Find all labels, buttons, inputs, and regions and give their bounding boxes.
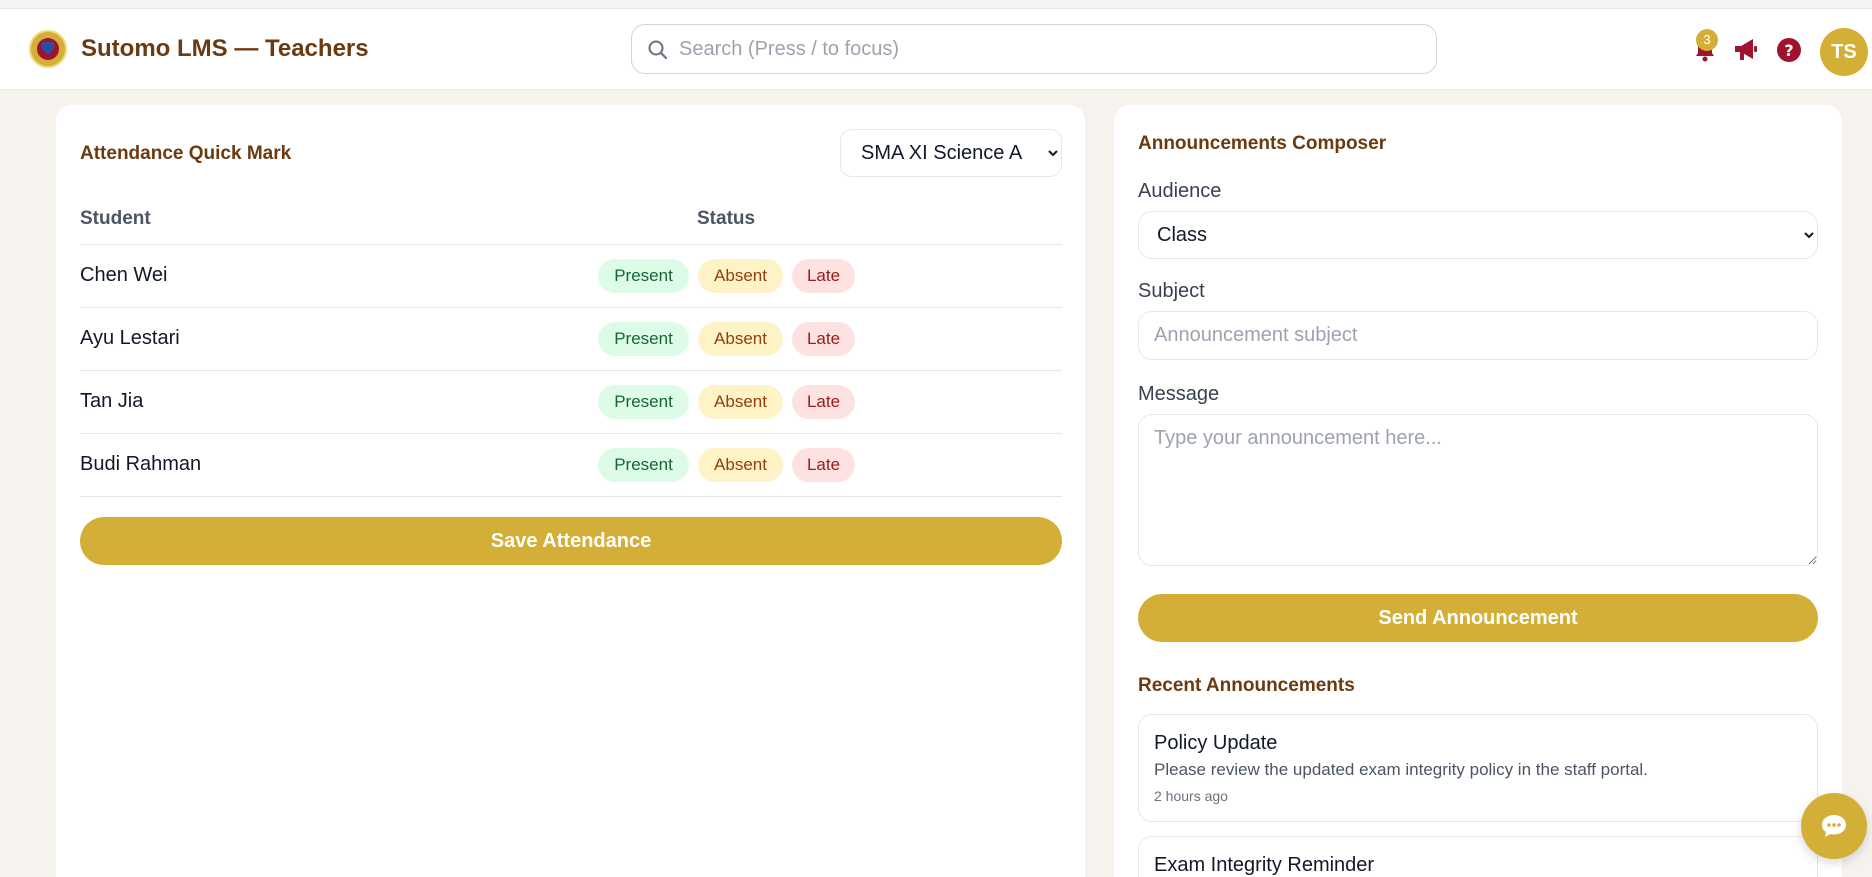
announcement-body: Please review the updated exam integrity… <box>1154 760 1648 779</box>
user-avatar[interactable]: TS <box>1820 28 1868 76</box>
app-header: Sutomo LMS — Teachers 3 ? TS <box>0 9 1872 90</box>
composer-title: Announcements Composer <box>1138 133 1387 154</box>
announcement-title: Exam Integrity Reminder <box>1154 854 1375 876</box>
absent-button[interactable]: Absent <box>698 259 783 293</box>
message-textarea[interactable] <box>1138 414 1818 566</box>
megaphone-icon[interactable] <box>1731 35 1761 65</box>
audience-label: Audience <box>1138 180 1222 202</box>
chat-button[interactable] <box>1801 793 1867 859</box>
student-name: Tan Jia <box>80 390 144 412</box>
send-announcement-button[interactable]: Send Announcement <box>1138 594 1818 642</box>
top-border <box>0 0 1872 9</box>
announcements-card: Announcements Composer Audience Class Su… <box>1114 105 1842 877</box>
attendance-card: Attendance Quick Mark SMA XI Science A S… <box>56 105 1085 877</box>
svg-text:?: ? <box>1784 41 1793 60</box>
absent-button[interactable]: Absent <box>698 322 783 356</box>
help-icon[interactable]: ? <box>1774 35 1804 65</box>
present-button[interactable]: Present <box>598 259 689 293</box>
subject-label: Subject <box>1138 280 1205 302</box>
column-header-status: Status <box>697 208 756 229</box>
present-button[interactable]: Present <box>598 385 689 419</box>
subject-input[interactable] <box>1138 311 1818 360</box>
attendance-title: Attendance Quick Mark <box>80 143 292 164</box>
late-button[interactable]: Late <box>792 448 855 482</box>
announcement-item[interactable]: Policy Update Please review the updated … <box>1138 714 1818 822</box>
notification-count-badge: 3 <box>1696 29 1718 51</box>
message-label: Message <box>1138 383 1220 405</box>
class-select[interactable]: SMA XI Science A <box>840 129 1062 177</box>
absent-button[interactable]: Absent <box>698 385 783 419</box>
recent-announcements-title: Recent Announcements <box>1138 675 1355 696</box>
search-input[interactable] <box>679 33 1419 65</box>
app-title: Sutomo LMS — Teachers <box>81 35 369 62</box>
save-attendance-button[interactable]: Save Attendance <box>80 517 1062 565</box>
table-row: Tan Jia Present Absent Late <box>80 370 1062 433</box>
announcement-item[interactable]: Exam Integrity Reminder <box>1138 836 1818 877</box>
audience-select[interactable]: Class <box>1138 211 1818 259</box>
table-row: Budi Rahman Present Absent Late <box>80 433 1062 496</box>
late-button[interactable]: Late <box>792 385 855 419</box>
search-icon <box>648 40 668 60</box>
announcement-title: Policy Update <box>1154 732 1278 754</box>
late-button[interactable]: Late <box>792 259 855 293</box>
student-name: Budi Rahman <box>80 453 202 475</box>
search-box[interactable] <box>631 24 1437 74</box>
student-name: Ayu Lestari <box>80 327 180 349</box>
late-button[interactable]: Late <box>792 322 855 356</box>
table-row: Ayu Lestari Present Absent Late <box>80 307 1062 370</box>
present-button[interactable]: Present <box>598 322 689 356</box>
table-row: Chen Wei Present Absent Late <box>80 244 1062 307</box>
absent-button[interactable]: Absent <box>698 448 783 482</box>
present-button[interactable]: Present <box>598 448 689 482</box>
announcement-time: 2 hours ago <box>1154 788 1228 804</box>
chat-bubble-icon <box>1822 815 1846 837</box>
student-name: Chen Wei <box>80 264 168 286</box>
column-header-student: Student <box>80 208 151 229</box>
school-logo[interactable] <box>29 30 67 68</box>
table-bottom-divider <box>80 496 1062 497</box>
